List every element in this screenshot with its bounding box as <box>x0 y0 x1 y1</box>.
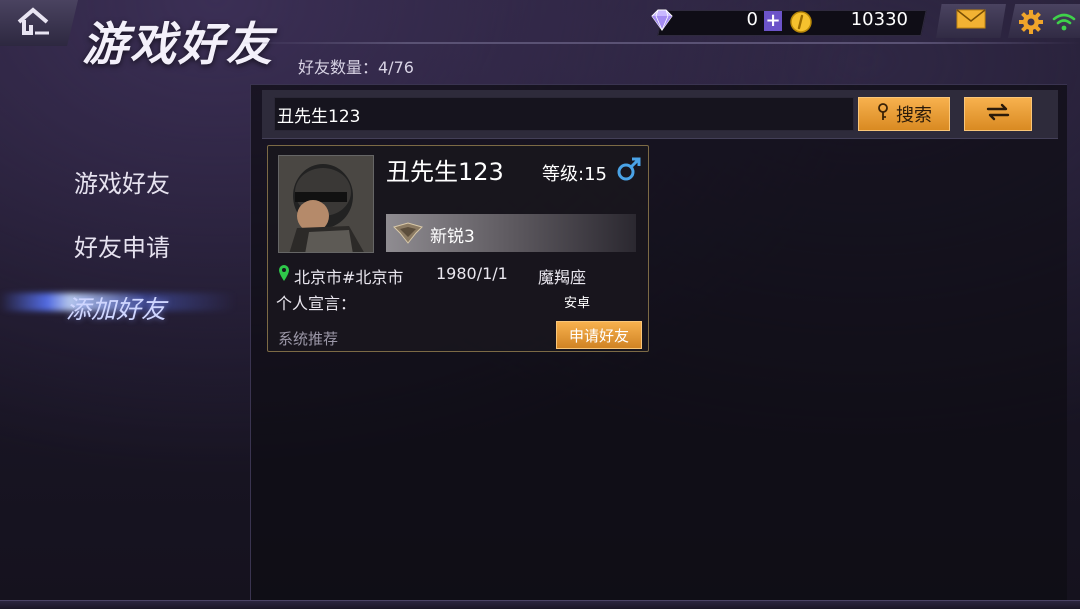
player-birthday: 1980/1/1 <box>436 264 508 283</box>
search-input[interactable]: 丑先生123 <box>274 97 854 131</box>
apply-friend-button[interactable]: 申请好友 <box>556 321 642 349</box>
diamond-icon <box>648 8 676 36</box>
sidebar-item-add-friend[interactable]: 添加好友 <box>66 290 166 326</box>
home-button[interactable] <box>0 0 78 46</box>
wifi-icon <box>1052 12 1076 36</box>
rank-name: 新锐3 <box>430 227 475 247</box>
mail-button[interactable] <box>936 4 1006 38</box>
friend-count: 好友数量：4/76 <box>298 58 414 77</box>
top-bar: 游戏好友 好友数量：4/76 0 + 10330 <box>0 0 1080 84</box>
add-gems-button[interactable]: + <box>764 11 782 31</box>
rank-badge-icon <box>392 221 424 249</box>
coin-count: 10330 <box>850 9 908 30</box>
sidebar-item-friend-requests[interactable]: 好友申请 <box>74 228 170 263</box>
home-icon <box>17 6 55 40</box>
swap-arrows-icon <box>984 103 1012 125</box>
sidebar: 游戏好友 好友申请 添加好友 <box>0 140 250 400</box>
header-divider <box>240 42 1080 44</box>
search-input-value: 丑先生123 <box>277 106 361 127</box>
gear-icon[interactable] <box>1018 9 1044 39</box>
player-zodiac: 魔羯座 <box>538 268 587 287</box>
male-icon <box>616 156 642 186</box>
player-level: 等级:15 <box>542 164 607 185</box>
player-platform: 安卓 <box>564 296 591 311</box>
gold-coin-icon <box>790 11 812 37</box>
recommendation-source: 系统推荐 <box>278 330 339 348</box>
avatar <box>278 155 374 253</box>
page-title: 游戏好友 <box>82 17 274 71</box>
player-location: 北京市#北京市 <box>294 268 404 287</box>
key-search-icon <box>876 102 890 126</box>
search-button-label: 搜索 <box>896 105 932 126</box>
signature-label: 个人宣言： <box>276 294 357 313</box>
location-pin-icon <box>278 264 290 286</box>
search-button[interactable]: 搜索 <box>858 97 950 131</box>
swap-button[interactable] <box>964 97 1032 131</box>
mail-icon <box>956 9 986 33</box>
gem-count: 0 <box>746 9 758 30</box>
sidebar-item-game-friends[interactable]: 游戏好友 <box>74 164 170 199</box>
player-name: 丑先生123 <box>386 158 504 186</box>
